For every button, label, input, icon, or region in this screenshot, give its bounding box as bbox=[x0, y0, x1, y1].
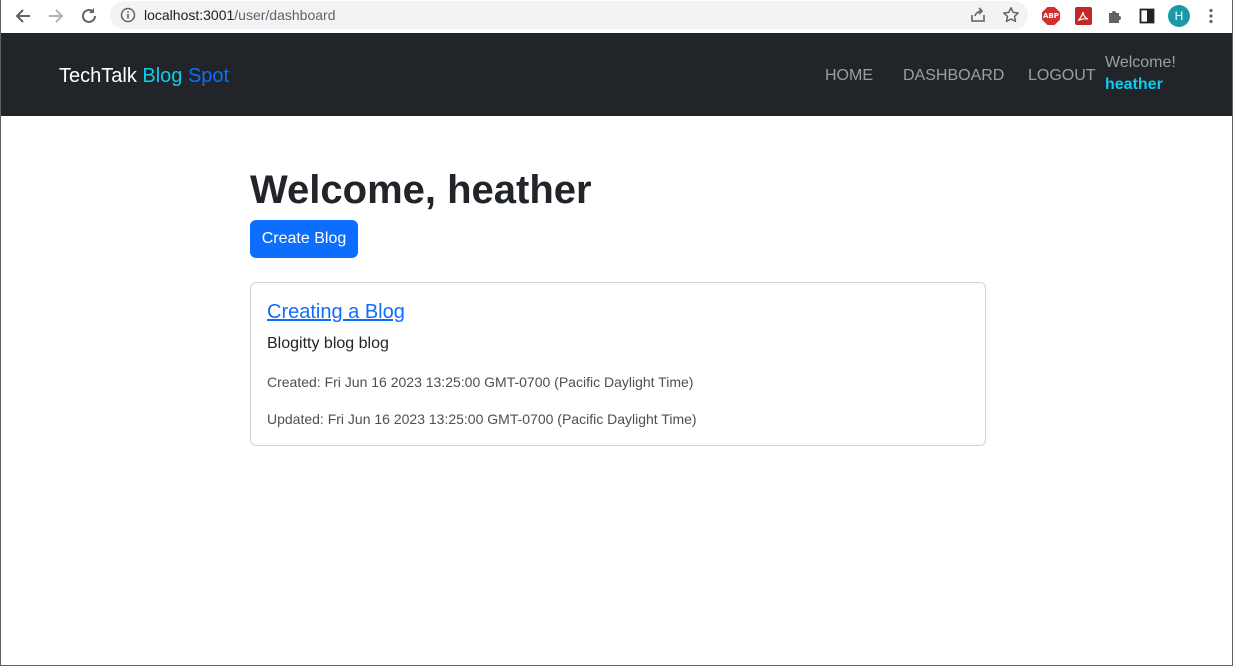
url-text[interactable]: localhost:3001/user/dashboard bbox=[144, 7, 335, 23]
browser-window: localhost:3001/user/dashboard ABP H Tech… bbox=[0, 0, 1233, 666]
welcome-label: Welcome! bbox=[1105, 54, 1176, 71]
blog-post-title-link[interactable]: Creating a Blog bbox=[267, 300, 405, 324]
profile-avatar[interactable]: H bbox=[1168, 5, 1190, 27]
browser-toolbar: localhost:3001/user/dashboard ABP H bbox=[1, 0, 1232, 32]
share-icon[interactable] bbox=[968, 5, 988, 25]
blog-post-body: Blogitty blog blog bbox=[267, 335, 389, 352]
nav-dashboard-link[interactable]: DASHBOARD bbox=[903, 67, 1004, 85]
brand-techtalk: TechTalk bbox=[59, 65, 137, 87]
bookmark-star-icon[interactable] bbox=[1001, 5, 1021, 25]
adblock-extension-icon[interactable]: ABP bbox=[1040, 5, 1062, 27]
nav-logout-link[interactable]: LOGOUT bbox=[1028, 67, 1096, 85]
url-path: /user/dashboard bbox=[234, 7, 336, 23]
blog-post-card: Creating a Blog Blogitty blog blog Creat… bbox=[250, 282, 986, 446]
browser-menu-icon[interactable] bbox=[1200, 5, 1222, 27]
reload-icon[interactable] bbox=[76, 3, 102, 29]
forward-arrow-icon[interactable] bbox=[43, 3, 69, 29]
welcome-greeting: Welcome! heather bbox=[1105, 52, 1176, 96]
welcome-username: heather bbox=[1105, 76, 1163, 93]
extensions-puzzle-icon[interactable] bbox=[1104, 5, 1126, 27]
address-bar[interactable]: localhost:3001/user/dashboard bbox=[110, 1, 1028, 29]
site-navbar: TechTalk Blog Spot HOME DASHBOARD LOGOUT… bbox=[1, 33, 1232, 116]
side-panel-icon[interactable] bbox=[1136, 5, 1158, 27]
blog-post-updated: Updated: Fri Jun 16 2023 13:25:00 GMT-07… bbox=[267, 411, 697, 427]
blog-post-created: Created: Fri Jun 16 2023 13:25:00 GMT-07… bbox=[267, 374, 694, 390]
create-blog-button[interactable]: Create Blog bbox=[250, 220, 358, 258]
brand-spot: Spot bbox=[187, 65, 230, 87]
pdf-extension-icon[interactable] bbox=[1072, 5, 1094, 27]
nav-home-link[interactable]: HOME bbox=[825, 67, 873, 85]
back-arrow-icon[interactable] bbox=[10, 3, 36, 29]
site-info-icon[interactable] bbox=[120, 7, 136, 23]
brand-logo-link[interactable]: TechTalk Blog Spot bbox=[59, 65, 229, 87]
brand-blog: Blog bbox=[142, 65, 183, 87]
url-host: localhost:3001 bbox=[144, 7, 235, 23]
page-title: Welcome, heather bbox=[250, 168, 592, 212]
